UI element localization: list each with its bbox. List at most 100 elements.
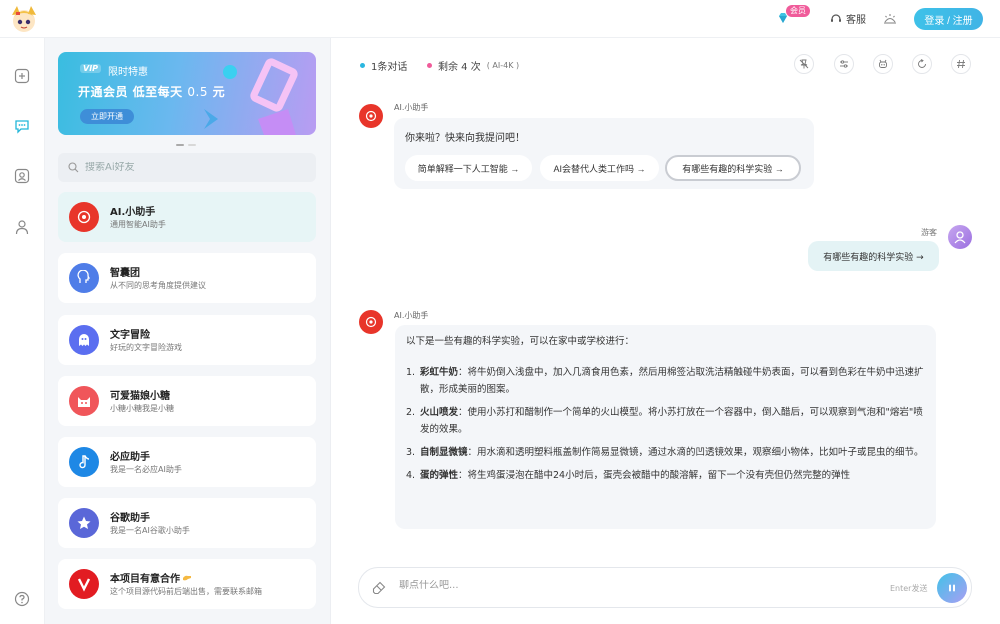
bot-desc: 我是一名AI谷歌小助手 [110,526,190,535]
carousel-dots-icon[interactable] [176,144,196,147]
list-item-number: 2. [406,407,416,418]
ai-brain-icon [77,210,91,224]
list-item-title: 蛋的弹性 [420,470,459,481]
reset-button[interactable] [912,54,932,74]
app-root: 会员 客服 登录 / 注册 VIP 限时特惠 开通会员 低至每天 0.5 元 立… [0,0,1000,624]
list-item-body: 蛋的弹性：将生鸡蛋浸泡在醋中24小时后，蛋壳会被醋中的酸溶解，留下一个没有壳但仍… [420,467,850,484]
ghost-icon [79,334,89,346]
theme-toggle-icon[interactable] [882,11,898,27]
list-item: 2. 火山喷发：使用小苏打和醋制作一个简单的火山模型。将小苏打放在一个容器中，倒入… [406,404,926,438]
answer-intro: 以下是一些有趣的科学实验，可以在家中或学校进行： [406,336,635,347]
model-label: ( AI-4K ) [486,61,520,70]
ai-brain-icon [365,316,377,328]
list-item: 4. 蛋的弹性：将生鸡蛋浸泡在醋中24小时后，蛋壳会被醋中的酸溶解，留下一个没有壳… [406,467,926,484]
bot-item-text-adventure[interactable]: 文字冒险 好玩的文字冒险游戏 [58,315,316,365]
user-profile-icon[interactable] [14,219,30,235]
bot-message-avatar [359,104,383,128]
answer-list: 1. 彩虹牛奶：将牛奶倒入浅盘中，加入几滴食用色素，然后用棉签沾取洗洁精触碰牛奶表… [406,364,926,490]
robot-button[interactable] [873,54,893,74]
bot-name: 智囊团 [110,268,140,279]
bot-search[interactable] [58,153,316,182]
banner-decor-icon [204,58,298,135]
bot-desc: 通用智能AI助手 [110,220,166,229]
list-item-title: 彩虹牛奶 [420,367,459,378]
customer-service-button[interactable]: 客服 [830,11,866,26]
hashtag-button[interactable] [951,54,971,74]
refresh-icon [918,59,926,68]
logo-icon[interactable] [8,3,40,35]
banner-subtitle: 限时特惠 [108,67,148,78]
status-dot-icon [360,63,365,68]
message-input[interactable] [399,580,849,591]
bot-gallery-icon[interactable] [14,168,30,184]
eraser-icon[interactable] [372,581,386,595]
bot-avatar [69,508,99,538]
vip-badge[interactable]: 会员 [786,5,810,17]
message-composer[interactable]: Enter发送 [358,567,972,608]
suggestion-button[interactable]: AI会替代人类工作吗 → [540,155,659,181]
suggestion-button[interactable]: 有哪些有趣的科学实验 → [665,155,801,181]
hand-emoji-icon [183,575,191,581]
conversation-count: 1条对话 [360,58,407,73]
chat-icon[interactable] [14,118,30,134]
list-item-number: 4. [406,470,416,481]
music-note-icon [79,455,90,469]
bot-item-bing[interactable]: 必应助手 我是一名必应AI助手 [58,437,316,487]
bot-item-cute-cat[interactable]: 可爱猫娘小糖 小糖小糖我是小糖 [58,376,316,426]
list-item-text: ：用水滴和透明塑料瓶盖制作简易显微镜，通过水滴的凹透镜效果，观察细小物体，比如叶… [467,447,924,458]
settings-button[interactable] [834,54,854,74]
list-item-text: ：将牛奶倒入浅盘中，加入几滴食用色素，然后用棉签沾取洗洁精触碰牛奶表面，可以看到… [420,367,924,395]
send-button[interactable] [937,573,967,603]
bot-message-name: AI.小助手 [394,311,429,320]
login-register-button[interactable]: 登录 / 注册 [914,8,983,30]
bot-item-google[interactable]: 谷歌助手 我是一名AI谷歌小助手 [58,498,316,548]
head-idea-icon [77,270,91,283]
left-rail [0,38,45,624]
bot-message-avatar [359,310,383,334]
list-item-text: ：将生鸡蛋浸泡在醋中24小时后，蛋壳会被醋中的酸溶解，留下一个没有壳但仍然完整的… [458,470,851,481]
send-icon [949,584,955,592]
list-item-number: 1. [406,367,416,378]
user-avatar [948,225,972,249]
suggestion-button[interactable]: 简单解释一下人工智能 → [405,155,532,181]
bot-name: 文字冒险 [110,330,150,341]
bot-item-think-tank[interactable]: 智囊团 从不同的思考角度提供建议 [58,253,316,303]
chat-panel: 1条对话 剩余 4 次 ( AI-4K ) AI.小助手 你来啦？快来向我提问吧… [331,38,1000,624]
pin-off-icon [799,59,809,69]
bot-avatar [69,202,99,232]
cat-icon [78,397,90,407]
bot-avatar [69,386,99,416]
search-input[interactable] [85,162,285,173]
robot-icon [879,59,887,68]
new-chat-icon[interactable] [14,68,30,84]
vip-promo-banner[interactable]: VIP 限时特惠 开通会员 低至每天 0.5 元 立即开通 [58,52,316,135]
bot-avatar [69,325,99,355]
banner-title-text: 开通会员 低至每天 [78,85,183,99]
bot-avatar [69,447,99,477]
bot-item-cooperation[interactable]: 本项目有意合作 这个项目源代码前后端出售，需要联系邮箱 [58,559,316,609]
remaining-count: 剩余 4 次 ( AI-4K ) [427,58,519,73]
greeting-text: 你来啦？快来向我提问吧！ [405,133,525,144]
search-icon [68,162,79,173]
sidebar: VIP 限时特惠 开通会员 低至每天 0.5 元 立即开通 搜索Ai好友 AI.… [45,38,331,624]
help-icon[interactable] [14,591,30,607]
ai-brain-icon [365,110,377,122]
remaining-label: 剩余 4 次 [438,62,481,73]
bot-desc: 这个项目源代码前后端出售，需要联系邮箱 [110,587,262,596]
bot-name: 必应助手 [110,452,150,463]
bot-name: 可爱猫娘小糖 [110,391,170,402]
bot-avatar [69,569,99,599]
customer-service-label: 客服 [846,15,866,26]
status-dot-icon [427,63,432,68]
list-item-text: ：使用小苏打和醋制作一个简单的火山模型。将小苏打放在一个容器中，倒入醋后，可以观… [420,407,923,435]
list-item: 1. 彩虹牛奶：将牛奶倒入浅盘中，加入几滴食用色素，然后用棉签沾取洗洁精触碰牛奶表… [406,364,926,398]
bot-message-name: AI.小助手 [394,103,429,112]
list-item-body: 彩虹牛奶：将牛奶倒入浅盘中，加入几滴食用色素，然后用棉签沾取洗洁精触碰牛奶表面，… [420,364,926,398]
banner-open-button[interactable]: 立即开通 [80,109,134,124]
headset-icon [831,13,841,22]
top-bar: 会员 客服 登录 / 注册 [0,0,1000,38]
bot-item-ai-assistant[interactable]: AI.小助手 通用智能AI助手 [58,192,316,242]
list-item-body: 火山喷发：使用小苏打和醋制作一个简单的火山模型。将小苏打放在一个容器中，倒入醋后… [420,404,926,438]
hide-prompt-button[interactable] [794,54,814,74]
list-item: 3. 自制显微镜：用水滴和透明塑料瓶盖制作简易显微镜，通过水滴的凹透镜效果，观察细… [406,444,926,461]
